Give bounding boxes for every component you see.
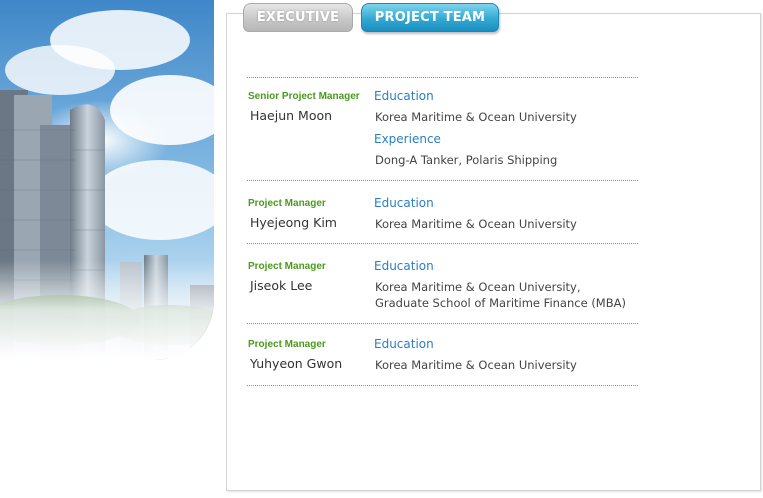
member-role: Project Manager bbox=[248, 198, 326, 209]
member-role: Project Manager bbox=[248, 339, 326, 350]
section-line: Graduate School of Maritime Finance (MBA… bbox=[375, 296, 626, 310]
divider bbox=[247, 385, 638, 386]
section-heading: Education bbox=[374, 89, 434, 103]
section-line: Korea Maritime & Ocean University, bbox=[375, 280, 581, 294]
member-role: Project Manager bbox=[248, 261, 326, 272]
section-line: Dong-A Tanker, Polaris Shipping bbox=[375, 153, 558, 167]
section-heading: Education bbox=[374, 259, 434, 273]
section-heading: Experience bbox=[374, 132, 441, 146]
tab-executive[interactable]: EXECUTIVE bbox=[243, 3, 353, 32]
divider bbox=[247, 243, 638, 244]
tab-project-team[interactable]: PROJECT TEAM bbox=[361, 3, 499, 32]
member-name: Jiseok Lee bbox=[250, 278, 313, 293]
section-heading: Education bbox=[374, 337, 434, 351]
member-name: Yuhyeon Gwon bbox=[250, 356, 343, 371]
section-line: Korea Maritime & Ocean University bbox=[375, 217, 577, 231]
member-name: Haejun Moon bbox=[250, 108, 333, 123]
hero-image bbox=[0, 0, 214, 360]
section-heading: Education bbox=[374, 196, 434, 210]
divider bbox=[247, 323, 638, 324]
section-line: Korea Maritime & Ocean University bbox=[375, 110, 577, 124]
section-line: Korea Maritime & Ocean University bbox=[375, 358, 577, 372]
divider bbox=[247, 180, 638, 181]
member-name: Hyejeong Kim bbox=[250, 215, 337, 230]
member-role: Senior Project Manager bbox=[248, 91, 360, 102]
divider bbox=[247, 77, 638, 78]
content-panel bbox=[226, 13, 761, 491]
